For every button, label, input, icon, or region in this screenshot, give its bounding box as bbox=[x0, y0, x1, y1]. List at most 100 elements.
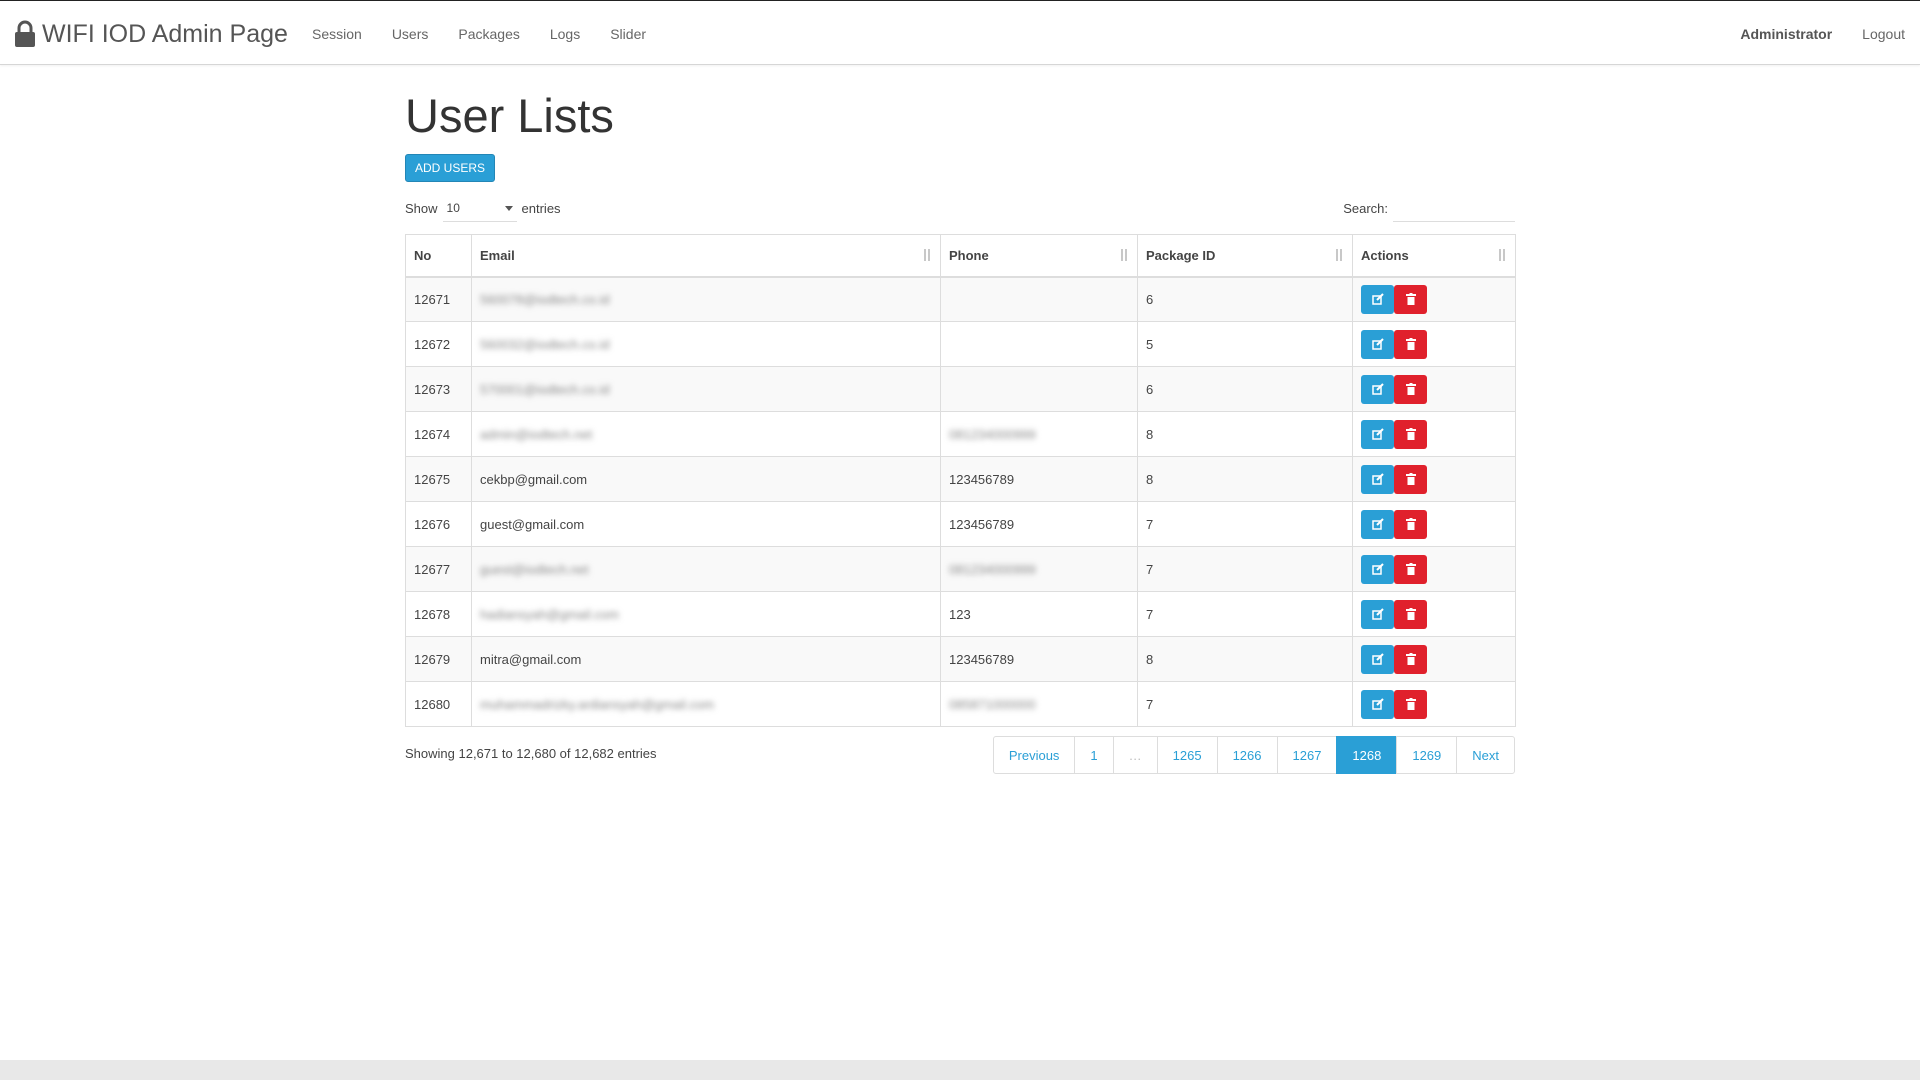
cell-phone: 123456789 bbox=[940, 636, 1138, 682]
previous-page-button[interactable]: Previous bbox=[992, 736, 1076, 774]
cell-no: 12679 bbox=[405, 636, 472, 682]
cell-actions bbox=[1352, 456, 1516, 502]
cell-no: 12671 bbox=[405, 276, 472, 322]
table-row: 12671 560078@iodtech.co.id 6 bbox=[405, 276, 1516, 322]
cell-actions bbox=[1352, 546, 1516, 592]
search-input[interactable] bbox=[1393, 195, 1515, 222]
action-buttons bbox=[1361, 599, 1427, 629]
edit-icon bbox=[1371, 293, 1384, 305]
cell-phone bbox=[940, 276, 1138, 322]
nav-users[interactable]: Users bbox=[377, 26, 444, 42]
nav-logs[interactable]: Logs bbox=[535, 26, 595, 42]
column-header-actions[interactable]: Actions bbox=[1352, 234, 1516, 278]
cell-email: hadiansyah@gmail.com bbox=[471, 591, 941, 637]
delete-button[interactable] bbox=[1394, 644, 1427, 674]
cell-email: guest@gmail.com bbox=[471, 501, 941, 547]
trash-icon bbox=[1405, 608, 1416, 620]
cell-email: 560078@iodtech.co.id bbox=[471, 276, 941, 322]
action-buttons bbox=[1361, 464, 1427, 494]
cell-actions bbox=[1352, 636, 1516, 682]
delete-button[interactable] bbox=[1394, 464, 1427, 494]
page-button-1269[interactable]: 1269 bbox=[1396, 736, 1458, 774]
page-button-1265[interactable]: 1265 bbox=[1156, 736, 1218, 774]
column-header-no[interactable]: No bbox=[405, 234, 472, 278]
cell-no: 12672 bbox=[405, 321, 472, 367]
delete-button[interactable] bbox=[1394, 689, 1427, 719]
edit-button[interactable] bbox=[1361, 689, 1394, 719]
phone-text: 123456789 bbox=[949, 516, 1015, 532]
edit-icon bbox=[1371, 608, 1384, 620]
delete-button[interactable] bbox=[1394, 374, 1427, 404]
column-header-phone[interactable]: Phone bbox=[940, 234, 1138, 278]
table-row: 12673 570001@iodtech.co.id 6 bbox=[405, 366, 1516, 412]
cell-email: guest@iodtech.net bbox=[471, 546, 941, 592]
edit-button[interactable] bbox=[1361, 509, 1394, 539]
search-control: Search: bbox=[1343, 195, 1515, 222]
edit-icon bbox=[1371, 473, 1384, 485]
page-button-1[interactable]: 1 bbox=[1074, 736, 1114, 774]
email-text: guest@iodtech.net bbox=[480, 561, 589, 577]
brand[interactable]: WIFI IOD Admin Page bbox=[14, 17, 288, 51]
table-info: Showing 12,671 to 12,680 of 12,682 entri… bbox=[405, 746, 657, 761]
email-text: hadiansyah@gmail.com bbox=[480, 606, 619, 622]
edit-button[interactable] bbox=[1361, 599, 1394, 629]
cell-phone: 081234000999 bbox=[940, 411, 1138, 457]
trash-icon bbox=[1405, 428, 1416, 440]
edit-button[interactable] bbox=[1361, 329, 1394, 359]
action-buttons bbox=[1361, 509, 1427, 539]
page-button-1266[interactable]: 1266 bbox=[1216, 736, 1278, 774]
edit-button[interactable] bbox=[1361, 419, 1394, 449]
cell-package-id: 8 bbox=[1137, 411, 1353, 457]
table-row: 12679 mitra@gmail.com 123456789 8 bbox=[405, 636, 1516, 682]
trash-icon bbox=[1405, 338, 1416, 350]
table-row: 12677 guest@iodtech.net 081234000999 7 bbox=[405, 546, 1516, 592]
page-ellipsis: … bbox=[1112, 736, 1158, 774]
cell-actions bbox=[1352, 681, 1516, 727]
cell-actions bbox=[1352, 321, 1516, 367]
entries-select-value: 10 bbox=[446, 201, 460, 215]
edit-button[interactable] bbox=[1361, 374, 1394, 404]
email-text: 560078@iodtech.co.id bbox=[480, 291, 610, 307]
delete-button[interactable] bbox=[1394, 509, 1427, 539]
cell-no: 12673 bbox=[405, 366, 472, 412]
edit-icon bbox=[1371, 383, 1384, 395]
nav-packages[interactable]: Packages bbox=[443, 26, 534, 42]
nav-logout[interactable]: Logout bbox=[1847, 26, 1920, 42]
table-row: 12676 guest@gmail.com 123456789 7 bbox=[405, 501, 1516, 547]
add-users-button[interactable]: ADD USERS bbox=[405, 154, 496, 182]
nav-slider[interactable]: Slider bbox=[595, 26, 661, 42]
edit-button[interactable] bbox=[1361, 644, 1394, 674]
column-label: Actions bbox=[1361, 247, 1409, 263]
action-buttons bbox=[1361, 284, 1427, 314]
delete-button[interactable] bbox=[1394, 419, 1427, 449]
cell-package-id: 7 bbox=[1137, 591, 1353, 637]
column-header-package-id[interactable]: Package ID bbox=[1137, 234, 1353, 278]
cell-no: 12680 bbox=[405, 681, 472, 727]
edit-button[interactable] bbox=[1361, 464, 1394, 494]
column-header-email[interactable]: Email bbox=[471, 234, 941, 278]
lock-icon bbox=[15, 20, 35, 47]
edit-button[interactable] bbox=[1361, 554, 1394, 584]
next-page-button[interactable]: Next bbox=[1456, 736, 1515, 774]
edit-icon bbox=[1371, 428, 1384, 440]
entries-label: entries bbox=[521, 201, 561, 216]
page-button-1268[interactable]: 1268 bbox=[1336, 736, 1398, 774]
delete-button[interactable] bbox=[1394, 599, 1427, 629]
action-buttons bbox=[1361, 689, 1427, 719]
edit-button[interactable] bbox=[1361, 284, 1394, 314]
entries-select[interactable]: 10 bbox=[442, 195, 517, 222]
delete-button[interactable] bbox=[1394, 284, 1427, 314]
users-table: No Email Phone Package ID Actions 12671 5… bbox=[405, 234, 1516, 727]
nav-session[interactable]: Session bbox=[297, 26, 377, 42]
cell-package-id: 6 bbox=[1137, 276, 1353, 322]
page-button-1267[interactable]: 1267 bbox=[1276, 736, 1338, 774]
delete-button[interactable] bbox=[1394, 554, 1427, 584]
trash-icon bbox=[1405, 473, 1416, 485]
delete-button[interactable] bbox=[1394, 329, 1427, 359]
cell-phone: 123456789 bbox=[940, 456, 1138, 502]
edit-icon bbox=[1371, 518, 1384, 530]
cell-no: 12674 bbox=[405, 411, 472, 457]
entries-length-control: Show 10 entries bbox=[405, 195, 561, 222]
phone-text: 081234000999 bbox=[949, 561, 1036, 577]
nav-administrator[interactable]: Administrator bbox=[1725, 26, 1847, 42]
